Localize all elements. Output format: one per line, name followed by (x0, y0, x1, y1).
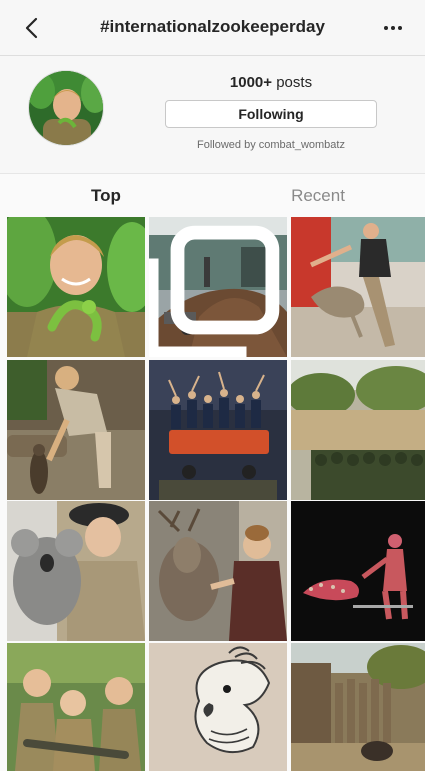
more-icon (384, 26, 402, 30)
post-image (7, 217, 145, 357)
post-image (7, 360, 145, 500)
post-grid (7, 217, 425, 771)
post-thumbnail[interactable] (149, 501, 287, 641)
post-thumbnail[interactable] (149, 217, 287, 357)
tab-recent[interactable]: Recent (212, 174, 424, 218)
post-image (149, 360, 287, 500)
post-thumbnail[interactable] (149, 643, 287, 771)
post-image (291, 643, 425, 771)
post-image (7, 501, 145, 641)
post-count-unit: posts (276, 74, 313, 91)
avatar-photo (29, 71, 103, 145)
chevron-left-icon (25, 17, 38, 39)
following-button[interactable]: Following (165, 100, 377, 128)
back-button[interactable] (18, 14, 46, 42)
post-image (149, 643, 287, 771)
post-image (291, 217, 425, 357)
post-thumbnail[interactable] (291, 501, 425, 641)
post-image (291, 360, 425, 500)
top-bar: #internationalzookeeperday (0, 0, 425, 56)
hashtag-page: #internationalzookeeperday 1000+ posts F… (0, 0, 425, 771)
post-image (7, 643, 145, 771)
post-thumbnail[interactable] (7, 217, 145, 357)
followed-by-text: Followed by combat_wombatz (197, 139, 345, 151)
post-image (291, 501, 425, 641)
hashtag-avatar (28, 70, 104, 146)
post-thumbnail[interactable] (149, 360, 287, 500)
post-thumbnail[interactable] (7, 501, 145, 641)
post-thumbnail[interactable] (291, 643, 425, 771)
post-count: 1000+ posts (165, 74, 377, 91)
hashtag-header: 1000+ posts Following Followed by combat… (0, 56, 425, 173)
feed-tabs: Top Recent (0, 173, 425, 217)
post-image (149, 501, 287, 641)
post-thumbnail[interactable] (291, 217, 425, 357)
tab-top[interactable]: Top (0, 174, 212, 218)
more-options-button[interactable] (379, 14, 407, 42)
post-thumbnail[interactable] (7, 643, 145, 771)
post-thumbnail[interactable] (291, 360, 425, 500)
post-thumbnail[interactable] (7, 360, 145, 500)
multiple-photos-icon (149, 225, 280, 357)
page-title: #internationalzookeeperday (100, 17, 325, 36)
post-count-value: 1000+ (229, 74, 273, 91)
